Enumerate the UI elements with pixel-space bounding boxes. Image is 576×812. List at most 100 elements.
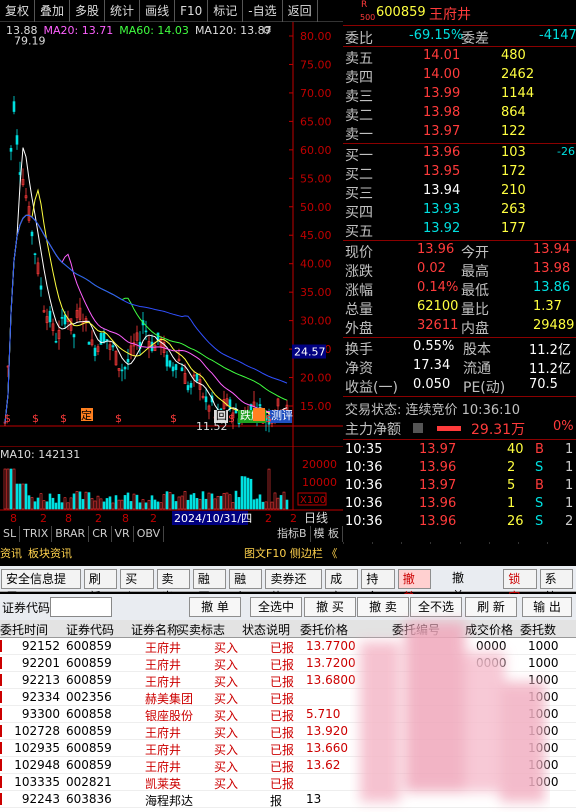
bid-level[interactable]: 买二 13.95 172: [343, 164, 576, 183]
row-marker: [0, 708, 2, 720]
code-btn-0[interactable]: 撤 单: [189, 597, 241, 617]
row-marker: [0, 691, 2, 703]
toolbar-btn-0[interactable]: 复权: [0, 0, 36, 22]
indicator-tab-0[interactable]: SL: [0, 526, 21, 542]
ask-level[interactable]: 卖一 13.97 122: [343, 124, 576, 143]
price-tick-label: 15.00: [300, 400, 332, 413]
col-header[interactable]: 委托时间: [0, 621, 48, 638]
code-btn-1[interactable]: 全选中: [250, 597, 302, 617]
trade-btn-5[interactable]: 融卖: [229, 568, 263, 604]
vol-bar: [105, 498, 109, 510]
vol-bar: [102, 501, 106, 510]
vol-bar: [204, 498, 208, 510]
vol-x-tick: 2: [150, 512, 157, 525]
indicator-tab-5[interactable]: OBV: [134, 526, 165, 542]
indicator-extra-0[interactable]: 指标B: [274, 526, 311, 542]
vol-x-tick: 2: [40, 512, 47, 525]
indicator-tab-4[interactable]: VR: [112, 526, 134, 542]
ask-level[interactable]: 卖五 14.01 480: [343, 48, 576, 67]
net-icon[interactable]: [413, 423, 423, 433]
toolbar-btn-1[interactable]: 叠加: [35, 0, 71, 22]
tick-side: S: [535, 496, 544, 511]
news-tab-info[interactable]: 资讯: [0, 545, 22, 561]
volume-chart[interactable]: MA10: 1421312000010000X10082828282222024…: [0, 446, 343, 526]
toolbar-btn-3[interactable]: 统计: [105, 0, 141, 22]
legend-ma20: MA20: 13.71: [44, 24, 114, 37]
legend-menu-icon[interactable]: ⚙: [262, 24, 272, 37]
cell-code: 600859: [66, 758, 112, 772]
col-header[interactable]: 委托价格: [300, 621, 348, 638]
stat-value: 62100: [417, 299, 459, 314]
trade-btn-10[interactable]: 撤单: [448, 569, 479, 603]
vol-bar: [9, 468, 13, 510]
cell-name: 赫美集团: [145, 692, 194, 706]
kline-chart[interactable]: 80.00 75.00 70.00 65.00 60.00 55.00 50.00 45.00…: [0, 22, 343, 446]
toolbar-btn-6[interactable]: 标记: [208, 0, 244, 22]
ask-level[interactable]: 卖四 14.00 2462: [343, 67, 576, 86]
vol-bar: [24, 483, 28, 510]
stat-value: 13.96: [417, 242, 455, 257]
vol-bar: [51, 497, 55, 510]
indicator-tab-2[interactable]: BRAR: [52, 526, 90, 542]
indicator-tab-3[interactable]: CR: [89, 526, 112, 542]
col-header[interactable]: 买卖标志: [177, 621, 225, 638]
indicator-extra-1[interactable]: 模 板: [311, 526, 343, 542]
ask-level[interactable]: 卖三 13.99 1144: [343, 86, 576, 105]
cell-price: 13.6800: [306, 673, 356, 687]
trade-btn-6[interactable]: 卖券还款: [265, 568, 323, 604]
trade-btn-12[interactable]: 系统: [539, 568, 573, 604]
trade-btn-11[interactable]: 锁定: [503, 568, 537, 604]
ask-level[interactable]: 卖二 13.98 864: [343, 105, 576, 124]
trade-btn-8[interactable]: 持仓: [361, 568, 395, 604]
col-header[interactable]: 证券代码: [66, 621, 114, 638]
news-tab-sector[interactable]: 板块资讯: [28, 545, 72, 561]
col-header[interactable]: 证券名称: [131, 621, 179, 638]
toolbar-btn-5[interactable]: F10: [175, 0, 209, 22]
vol-bar: [210, 493, 214, 510]
ask-vol: 122: [501, 124, 526, 139]
period-label[interactable]: 日线: [304, 511, 328, 525]
candle-body: [60, 317, 64, 319]
tick-count: 1: [565, 442, 574, 457]
trade-btn-3[interactable]: 卖出: [156, 568, 190, 604]
bid-price: 13.93: [423, 202, 461, 217]
trade-btn-1[interactable]: 刷新: [83, 568, 118, 604]
cell-bs: 买入: [214, 658, 239, 672]
col-header[interactable]: 状态说明: [242, 621, 290, 638]
news-bar: 资讯 板块资讯 图文F10 侧边栏 《: [0, 544, 576, 561]
stat-row: 涨幅 0.14% 最低 13.86: [343, 280, 576, 299]
toolbar-btn-2[interactable]: 多股: [70, 0, 106, 22]
vol-bar: [60, 502, 64, 510]
trade-btn-9[interactable]: 撤单: [397, 568, 432, 604]
trade-btn-4[interactable]: 融买: [192, 568, 227, 604]
bid-level[interactable]: 买五 13.92 177: [343, 221, 576, 240]
side-panel-toggle[interactable]: 图文F10 侧边栏 《: [244, 545, 337, 561]
tick-side: B: [535, 442, 544, 457]
code-input[interactable]: [50, 597, 112, 617]
bid-level[interactable]: 买一 13.96 103 -26: [343, 145, 576, 164]
toolbar-btn-7[interactable]: -自选: [243, 0, 283, 22]
stat-label: 涨幅: [345, 283, 373, 299]
tick-price: 13.96: [419, 460, 457, 475]
ask-label: 卖三: [345, 89, 373, 105]
cell-bs: 买入: [214, 675, 239, 689]
vol-bar: [114, 495, 118, 510]
trade-btn-7[interactable]: 成交: [325, 568, 359, 604]
quote-panel: R 500 600859 王府井 委比 -69.15% 委差 -4147 卖五 14.01 480 卖…: [343, 0, 576, 560]
bid-level[interactable]: 买三 13.94 210: [343, 183, 576, 202]
code-btn-2[interactable]: 撤 买: [304, 597, 356, 617]
stat-value: 0.02: [417, 261, 446, 276]
candle-body: [150, 341, 154, 352]
toolbar-btn-8[interactable]: 返回: [283, 0, 318, 22]
bid-level[interactable]: 买四 13.93 263: [343, 202, 576, 221]
vol-bar: [243, 476, 247, 510]
stock-name: 王府井: [429, 7, 471, 23]
trade-btn-0[interactable]: 安全信息提示: [1, 568, 81, 604]
weicha-label: 委差: [461, 31, 489, 47]
ask-label: 卖五: [345, 51, 373, 67]
toolbar-btn-4[interactable]: 画线: [140, 0, 176, 22]
trade-btn-2[interactable]: 买入: [120, 568, 154, 604]
stat-value: 13.98: [533, 261, 571, 276]
indicator-tab-1[interactable]: TRIX: [20, 526, 53, 542]
vol-bar: [255, 498, 259, 510]
